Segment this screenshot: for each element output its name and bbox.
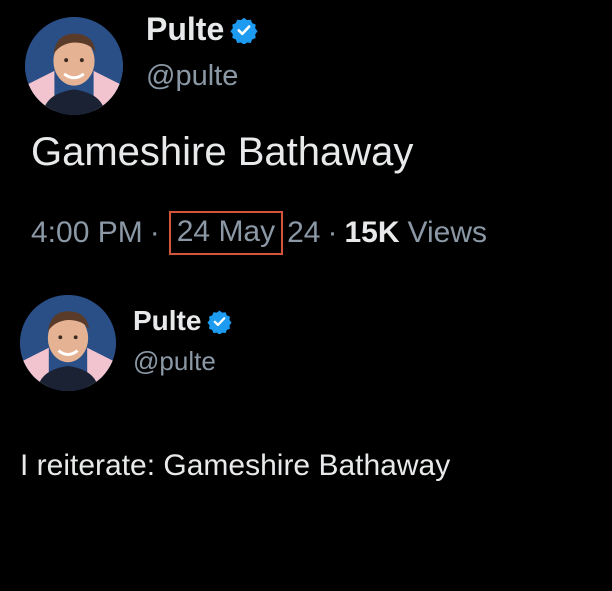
tweet-time[interactable]: 4:00 PM — [31, 216, 143, 250]
tweet-text: I reiterate: Gameshire Bathaway — [20, 449, 451, 482]
views-label[interactable]: Views — [408, 216, 487, 250]
tweet-date-year[interactable]: 24 — [287, 216, 320, 250]
author-handle[interactable]: @pulte — [133, 346, 216, 377]
avatar-portrait-icon — [20, 295, 116, 391]
tweet-meta: 4:00 PM · 24 May 24 · 15K Views — [31, 211, 487, 255]
author-handle[interactable]: @pulte — [146, 60, 238, 93]
author-avatar[interactable] — [20, 295, 116, 391]
tweet-date-highlighted[interactable]: 24 May — [168, 211, 284, 255]
meta-separator: · — [149, 216, 160, 249]
avatar-portrait-icon — [25, 17, 123, 115]
author-name-row: Pulte — [133, 305, 233, 337]
meta-separator: · — [327, 216, 338, 249]
verified-badge-icon — [230, 16, 258, 44]
author-name-row: Pulte — [146, 11, 258, 48]
author-name[interactable]: Pulte — [146, 11, 224, 48]
tweet-text: Gameshire Bathaway — [31, 130, 414, 174]
author-name[interactable]: Pulte — [133, 305, 201, 337]
views-count[interactable]: 15K — [345, 216, 400, 250]
author-avatar[interactable] — [25, 17, 123, 115]
verified-badge-icon — [207, 309, 233, 334]
